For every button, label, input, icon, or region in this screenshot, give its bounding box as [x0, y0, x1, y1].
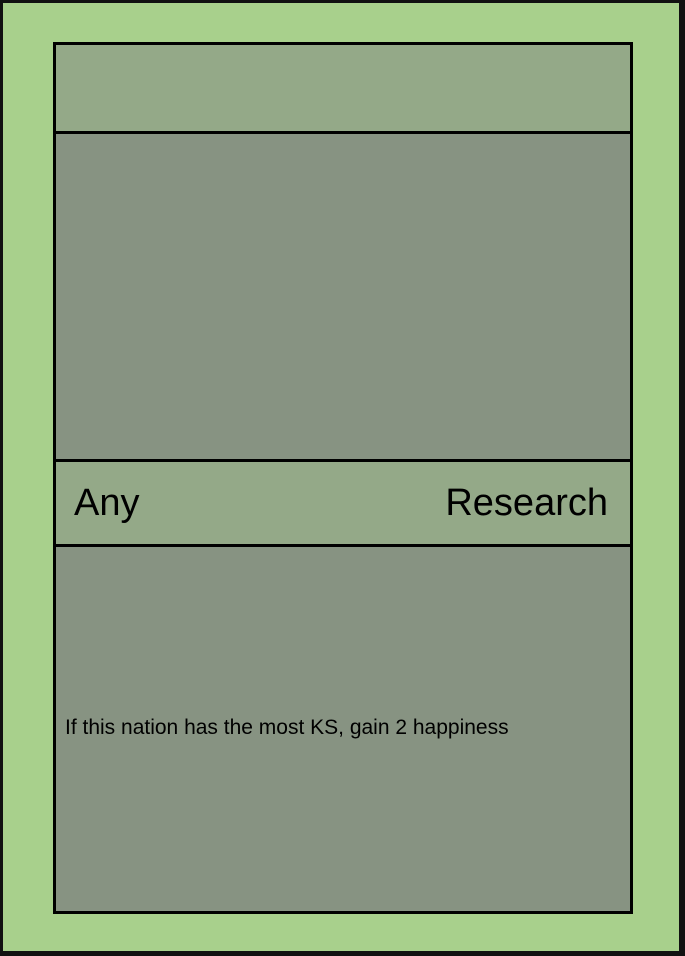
rules-text-box: If this nation has the most KS, gain 2 h… [56, 547, 630, 911]
title-band [56, 45, 630, 134]
type-label-research: Research [445, 482, 608, 524]
art-area [56, 134, 630, 459]
card-frame: Any Research If this nation has the most… [53, 42, 633, 914]
card: Any Research If this nation has the most… [0, 0, 685, 956]
type-band: Any Research [56, 459, 630, 547]
type-label-any: Any [74, 482, 140, 524]
rules-text: If this nation has the most KS, gain 2 h… [65, 716, 509, 739]
